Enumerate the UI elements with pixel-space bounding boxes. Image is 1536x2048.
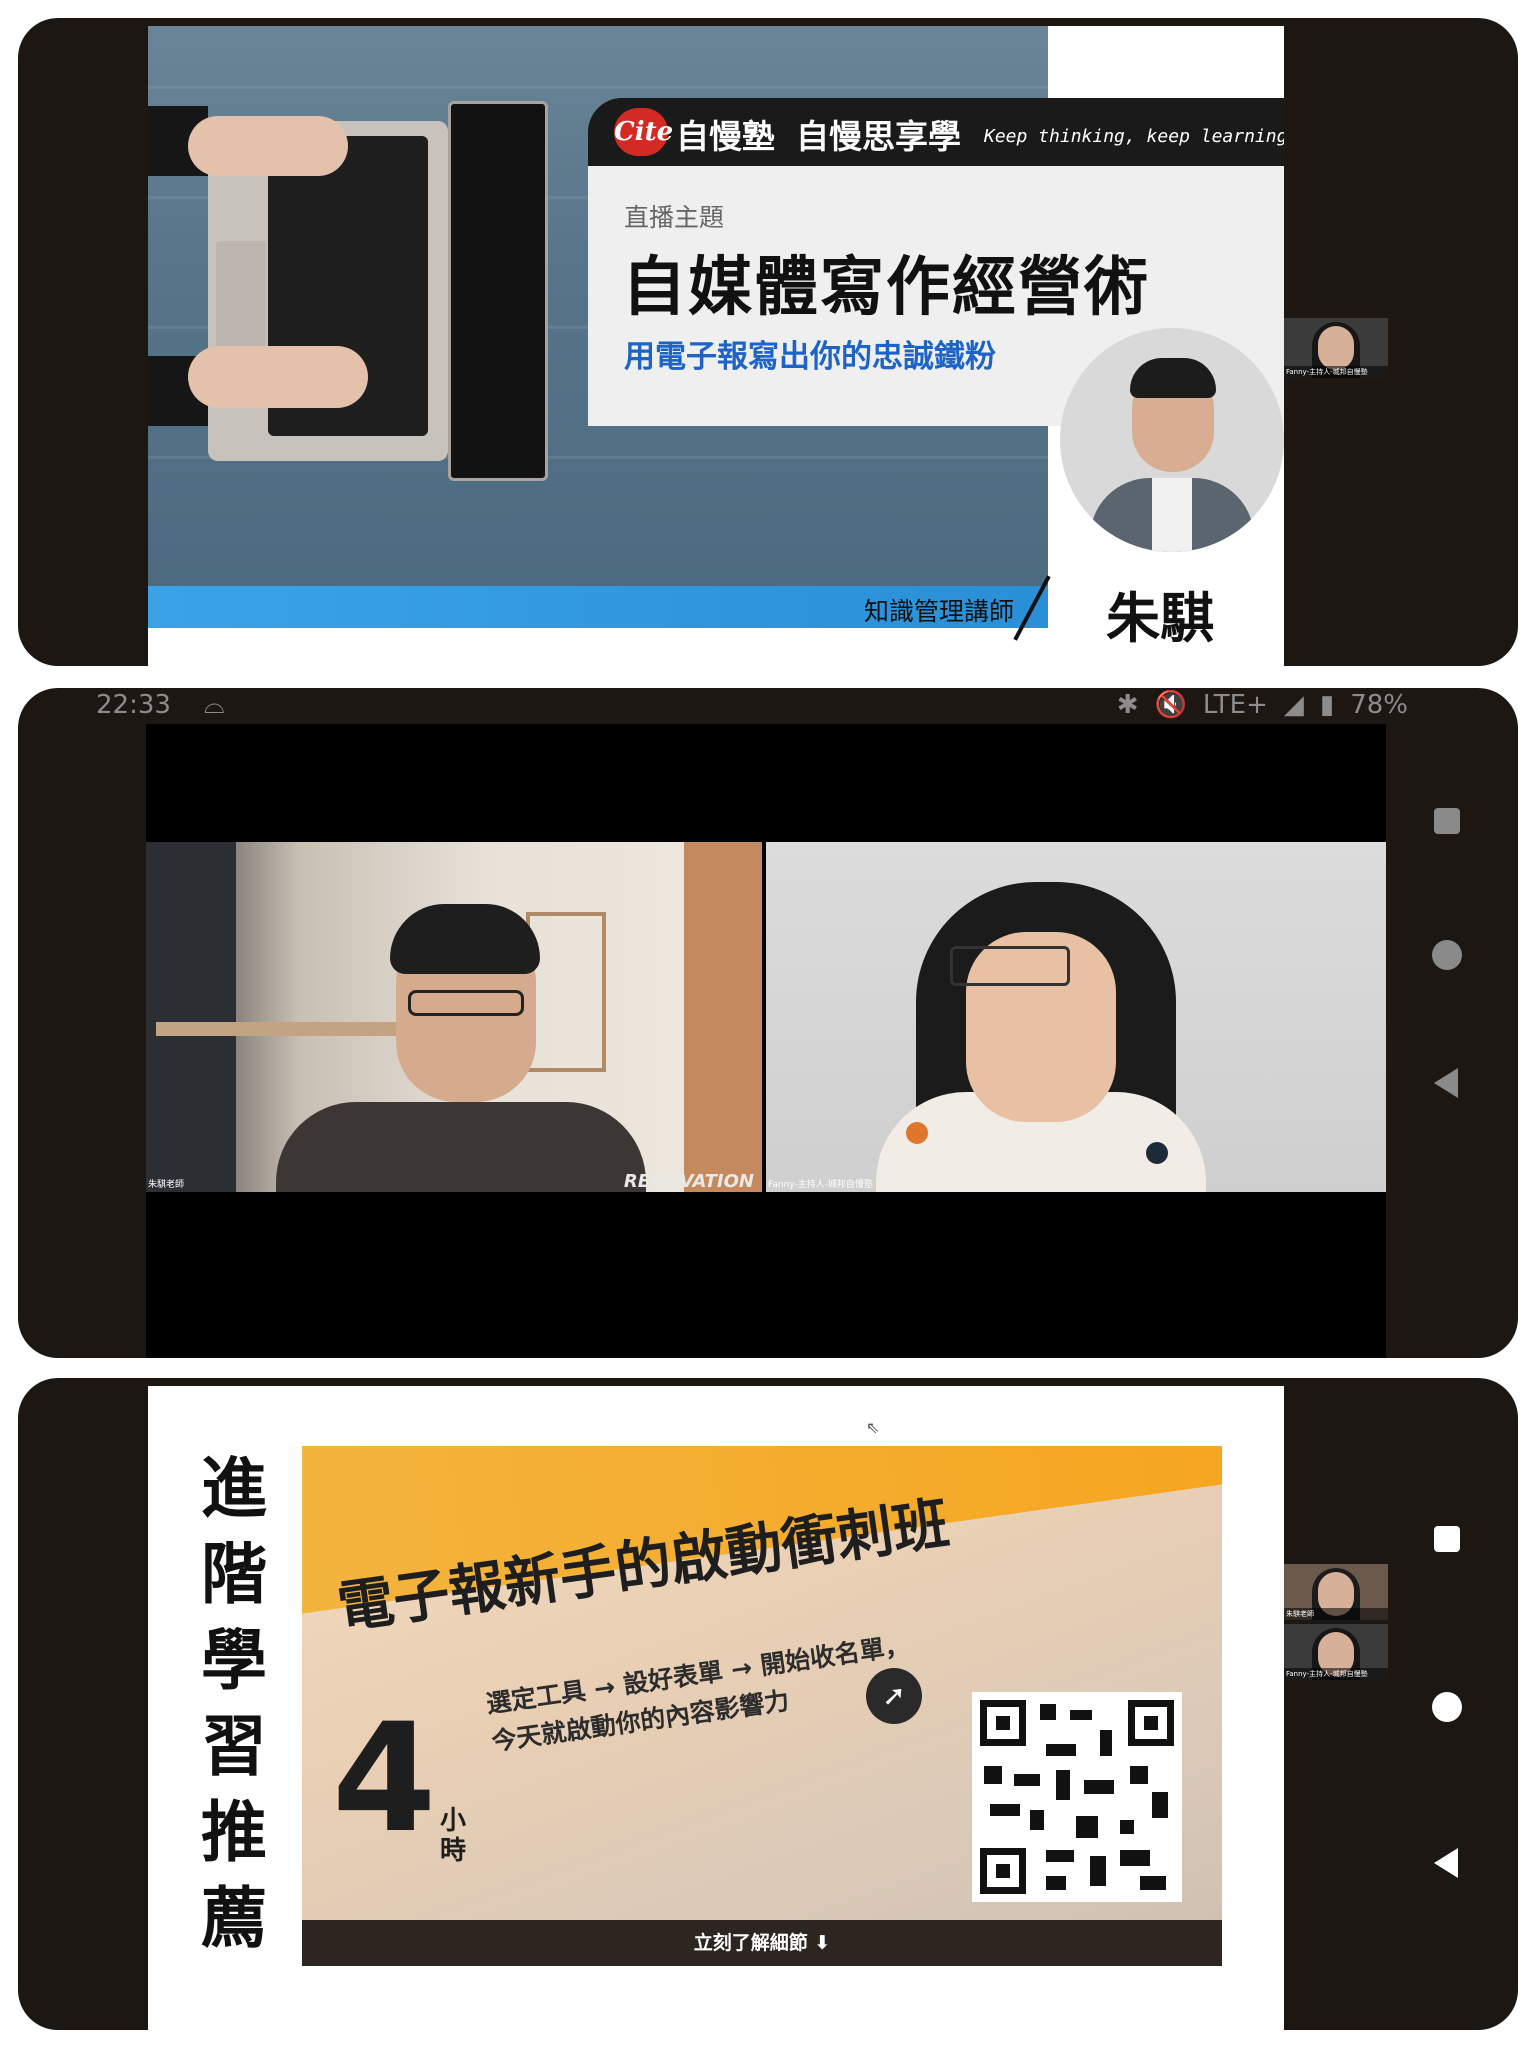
network-type: LTE+	[1202, 690, 1268, 720]
screenshot-collage: Cite 自慢塾 自慢思享學 Keep thinking, keep learn…	[0, 0, 1536, 2048]
phone-frame-1: Cite 自慢塾 自慢思享學 Keep thinking, keep learn…	[18, 18, 1518, 666]
cta-label: 立刻了解細節	[693, 1932, 808, 1954]
speaker-name: 朱騏	[1106, 586, 1214, 650]
participant-thumbnail-host[interactable]: Fanny-主持人-城邦自慢塾	[1284, 1624, 1388, 1680]
headset-icon: ⌓	[204, 690, 225, 720]
mouse-cursor-icon: ⇖	[866, 1418, 880, 1437]
home-circle-icon[interactable]	[1432, 940, 1462, 970]
signal-icon: ◢	[1283, 690, 1304, 720]
status-bar: 22:33 ⌓ ✱ 🔇 LTE+ ◢ ▮ 78%	[18, 688, 1518, 724]
topic-label: 直播主題	[624, 203, 725, 232]
back-triangle-icon[interactable]	[1434, 1068, 1458, 1098]
recents-square-icon[interactable]	[1434, 1526, 1460, 1552]
arrow-down-icon: ⬇	[814, 1932, 831, 1954]
speaker-role: 知識管理講師	[864, 597, 1015, 626]
course-banner[interactable]: 電子報新手的啟動衝刺班 選定工具 → 設好表單 → 開始收名單， 今天就啟動你的…	[302, 1446, 1222, 1966]
video-tile-host[interactable]: Fanny-主持人-城邦自慢塾	[766, 842, 1386, 1192]
cta-bar[interactable]: 立刻了解細節 ⬇	[302, 1920, 1222, 1966]
course-promo-slide: 進階學習推薦 電子報新手的啟動衝刺班 選定工具 → 設好表單 → 開始收名單， …	[148, 1386, 1284, 2030]
laptop-trackpad	[216, 241, 266, 361]
banner-description: 選定工具 → 設好表單 → 開始收名單， 今天就啟動你的內容影響力	[484, 1627, 917, 1762]
brand-tagline: Keep thinking, keep learning.	[984, 126, 1284, 147]
android-nav-bar	[1398, 1378, 1518, 2030]
participant-thumbnail-host[interactable]: Fanny-主持人-城邦自慢塾	[1284, 318, 1388, 378]
recents-square-icon[interactable]	[1434, 808, 1460, 834]
participant-thumbnail-label-speaker: 朱騏老師	[1284, 1608, 1388, 1620]
rocket-icon: ➚	[866, 1668, 922, 1724]
android-nav-bar	[1398, 688, 1518, 1358]
duration-unit: 小時	[440, 1806, 467, 1866]
topic-subtitle: 用電子報寫出你的忠誠鐵粉	[624, 339, 996, 375]
mute-icon: 🔇	[1154, 690, 1187, 720]
video-watermark: RENOVATION	[623, 1171, 754, 1192]
status-time: 22:33	[96, 690, 171, 720]
video-name-tag-left: 朱騏老師	[148, 1180, 185, 1190]
home-circle-icon[interactable]	[1432, 1692, 1462, 1722]
brand-name-primary: 自慢塾	[676, 117, 775, 156]
phone-frame-3: 進階學習推薦 電子報新手的啟動衝刺班 選定工具 → 設好表單 → 開始收名單， …	[18, 1378, 1518, 2030]
brand-name-secondary: 自慢思享學	[796, 117, 961, 156]
laptop-screen	[448, 101, 548, 481]
cite-logo: Cite	[614, 108, 673, 156]
participant-thumbnail-label-host: Fanny-主持人-城邦自慢塾	[1284, 1668, 1388, 1680]
vertical-title: 進階學習推薦	[201, 1450, 267, 1957]
phone-frame-2: 22:33 ⌓ ✱ 🔇 LTE+ ◢ ▮ 78% RENOVATION 朱騏老師	[18, 688, 1518, 1358]
participant-thumbnail-speaker[interactable]: 朱騏老師	[1284, 1564, 1388, 1620]
battery-icon: ▮	[1319, 690, 1335, 720]
video-name-tag-right: Fanny-主持人-城邦自慢塾	[768, 1180, 873, 1190]
duration-number: 4	[332, 1692, 437, 1866]
back-triangle-icon[interactable]	[1434, 1848, 1458, 1878]
topic-title: 自媒體寫作經營術	[622, 250, 1150, 325]
bluetooth-icon: ✱	[1116, 690, 1139, 720]
qr-code[interactable]	[972, 1692, 1182, 1902]
webinar-title-slide: Cite 自慢塾 自慢思享學 Keep thinking, keep learn…	[148, 26, 1284, 666]
video-tile-speaker[interactable]: RENOVATION 朱騏老師	[146, 842, 762, 1192]
participant-thumbnail-label: Fanny-主持人-城邦自慢塾	[1284, 366, 1388, 378]
speaker-avatar	[1060, 328, 1284, 552]
